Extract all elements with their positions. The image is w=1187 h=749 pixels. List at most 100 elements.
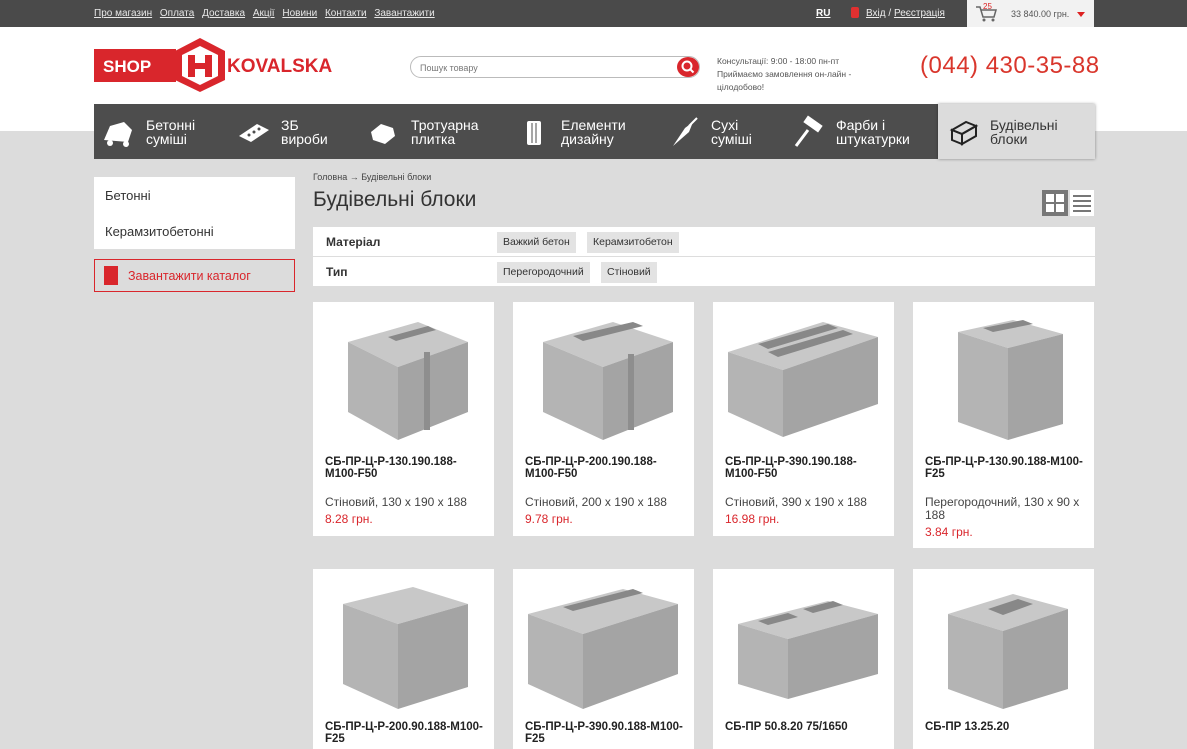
- category-building-blocks[interactable]: Будівельні блоки: [938, 104, 1095, 159]
- top-link-payment[interactable]: Оплата: [160, 8, 194, 19]
- top-link-promo[interactable]: Акції: [253, 8, 275, 19]
- product-card[interactable]: СБ-ПР-Ц-Р-200.190.188-М100-F50 Стіновий,…: [513, 302, 694, 536]
- product-price: 8.28 грн.: [325, 512, 373, 526]
- filters-panel: Матеріал Важкий бетон Керамзитобетон Тип…: [313, 227, 1095, 286]
- category-design-elements[interactable]: Елементи дизайну: [509, 104, 659, 159]
- search-box[interactable]: Пошук товару: [410, 56, 700, 78]
- category-label: блоки: [990, 131, 1028, 147]
- product-image: [343, 587, 468, 709]
- top-links: Про магазин Оплата Доставка Акції Новини…: [94, 8, 440, 19]
- product-description: Стіновий, 130 x 190 x 188: [325, 495, 467, 509]
- top-link-contacts[interactable]: Контакти: [325, 8, 367, 19]
- product-card[interactable]: СБ-ПР 50.8.20 75/1650: [713, 569, 894, 749]
- cart-total: 33 840.00 грн.: [1011, 9, 1070, 19]
- trowel-icon: [673, 117, 698, 146]
- category-label: Елементи: [561, 117, 626, 133]
- paving-icon: [371, 124, 395, 144]
- product-price: 3.84 грн.: [925, 525, 973, 539]
- category-nav: Бетонні суміші ЗБ вироби Тротуарна плитка Е…: [94, 104, 1095, 159]
- product-card[interactable]: СБ-ПР-Ц-Р-130.190.188-М100-F50 Стіновий,…: [313, 302, 494, 536]
- top-bar: Про магазин Оплата Доставка Акції Новини…: [0, 0, 1187, 27]
- phone-number[interactable]: (044) 430-35-88: [920, 52, 1100, 80]
- product-card[interactable]: СБ-ПР-Ц-Р-390.90.188-М100-F25: [513, 569, 694, 749]
- filter-divider: [313, 256, 1095, 257]
- sidebar-item-expanded-clay[interactable]: Керамзитобетонні: [105, 224, 214, 239]
- category-label: плитка: [411, 131, 456, 147]
- consult-hours: Консультації: 9:00 - 18:00 пн-пт: [717, 56, 840, 66]
- list-view-button[interactable]: [1070, 190, 1094, 216]
- category-label: Фарби і: [836, 117, 886, 133]
- login-link[interactable]: Вхід: [866, 8, 886, 19]
- product-image: [958, 320, 1063, 440]
- category-label: дизайну: [561, 131, 614, 147]
- product-price: 9.78 грн.: [525, 512, 573, 526]
- chevron-down-icon[interactable]: [1077, 12, 1085, 17]
- cart-widget[interactable]: 25 33 840.00 грн.: [967, 0, 1094, 27]
- product-name[interactable]: СБ-ПР-Ц-Р-130.190.188-М100-F50: [325, 456, 487, 480]
- paint-roller-icon: [794, 115, 823, 147]
- product-name[interactable]: СБ-ПР-Ц-Р-200.190.188-М100-F50: [525, 456, 687, 480]
- block-icon: [949, 120, 979, 146]
- product-name[interactable]: СБ-ПР 50.8.20 75/1650: [725, 721, 887, 733]
- product-image: [528, 589, 678, 709]
- breadcrumb[interactable]: Головна → Будівельні блоки: [313, 172, 431, 182]
- category-paving[interactable]: Тротуарна плитка: [359, 104, 509, 159]
- product-name[interactable]: СБ-ПР-Ц-Р-130.90.188-М100-F25: [925, 456, 1087, 480]
- product-name[interactable]: СБ-ПР 13.25.20: [925, 721, 1087, 733]
- category-paints[interactable]: Фарби і штукатурки: [784, 104, 938, 159]
- consult-allday: цілодобово!: [717, 82, 765, 92]
- logo[interactable]: SHOP KOVALSKA: [94, 38, 356, 92]
- filter-wall[interactable]: Стіновий: [601, 262, 657, 283]
- category-dry-mixes[interactable]: Сухі суміші: [659, 104, 784, 159]
- search-input[interactable]: Пошук товару: [420, 63, 478, 73]
- product-image: [348, 322, 468, 440]
- product-description: Перегородочний, 130 x 90 x 188: [925, 495, 1080, 522]
- grid-view-button[interactable]: [1042, 190, 1068, 216]
- svg-text:KOVALSKA: KOVALSKA: [227, 56, 332, 77]
- list-icon: [1073, 195, 1091, 212]
- product-card[interactable]: СБ-ПР-Ц-Р-390.190.188-М100-F50 Стіновий,…: [713, 302, 894, 536]
- top-link-about[interactable]: Про магазин: [94, 8, 152, 19]
- product-name[interactable]: СБ-ПР-Ц-Р-200.90.188-М100-F25: [325, 721, 487, 745]
- svg-text:SHOP: SHOP: [103, 57, 151, 76]
- filter-heavy-concrete[interactable]: Важкий бетон: [497, 232, 576, 253]
- product-description: Стіновий, 200 x 190 x 188: [525, 495, 667, 509]
- product-card[interactable]: СБ-ПР 13.25.20: [913, 569, 1094, 749]
- sidebar-item-concrete[interactable]: Бетонні: [105, 188, 151, 203]
- search-button[interactable]: [677, 57, 699, 77]
- product-image: [728, 322, 878, 437]
- filter-expanded-clay-concrete[interactable]: Керамзитобетон: [587, 232, 679, 253]
- product-name[interactable]: СБ-ПР-Ц-Р-390.190.188-М100-F50: [725, 456, 887, 480]
- auth-links: Вхід / Реєстрація: [866, 8, 945, 19]
- product-description: Стіновий, 390 x 190 x 188: [725, 495, 867, 509]
- sidebar-menu: Бетонні Керамзитобетонні: [94, 177, 295, 249]
- search-icon: [681, 60, 695, 74]
- product-card[interactable]: СБ-ПР-Ц-Р-130.90.188-М100-F25 Перегородо…: [913, 302, 1094, 548]
- category-label: Будівельні: [990, 117, 1058, 133]
- category-label: штукатурки: [836, 131, 910, 147]
- product-image: [543, 322, 673, 440]
- category-label: Тротуарна: [411, 117, 479, 133]
- filter-type-label: Тип: [326, 265, 348, 279]
- product-price: 16.98 грн.: [725, 512, 780, 526]
- register-link[interactable]: Реєстрація: [894, 8, 945, 19]
- download-catalog-button[interactable]: Завантажити каталог: [94, 259, 295, 292]
- product-image: [948, 594, 1068, 709]
- slab-icon: [239, 124, 269, 142]
- lock-icon: [851, 7, 859, 18]
- top-link-news[interactable]: Новини: [282, 8, 317, 19]
- filter-partition[interactable]: Перегородочний: [497, 262, 590, 283]
- auth-separator: /: [888, 8, 892, 19]
- category-rc-products[interactable]: ЗБ вироби: [229, 104, 359, 159]
- product-name[interactable]: СБ-ПР-Ц-Р-390.90.188-М100-F25: [525, 721, 687, 745]
- consult-orders: Приймаємо замовлення он-лайн -: [717, 69, 852, 79]
- top-link-delivery[interactable]: Доставка: [202, 8, 245, 19]
- column-icon: [527, 121, 541, 145]
- filter-material-label: Матеріал: [326, 235, 381, 249]
- grid-icon: [1046, 194, 1064, 212]
- language-switch[interactable]: RU: [816, 8, 830, 19]
- cart-count: 25: [983, 2, 992, 11]
- category-concrete-mixes[interactable]: Бетонні суміші: [94, 104, 229, 159]
- product-card[interactable]: СБ-ПР-Ц-Р-200.90.188-М100-F25: [313, 569, 494, 749]
- top-link-download[interactable]: Завантажити: [374, 8, 434, 19]
